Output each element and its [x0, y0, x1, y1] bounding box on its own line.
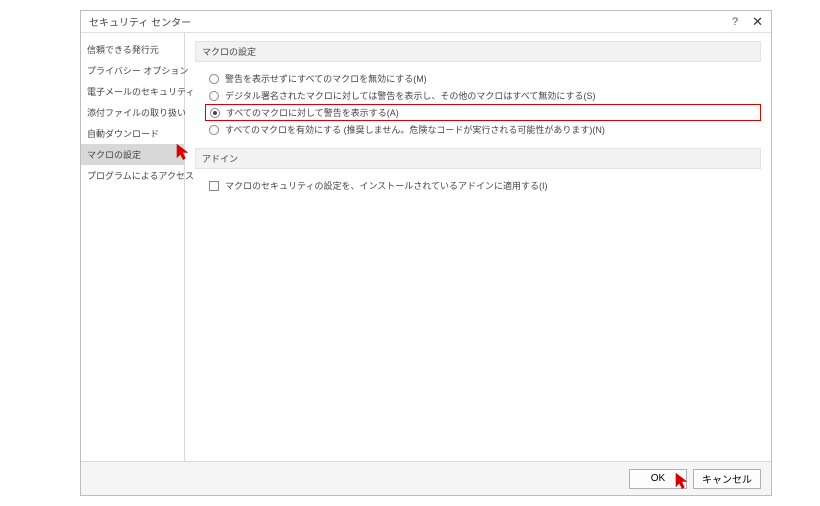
option-label: 警告を表示せずにすべてのマクロを無効にする(M)	[225, 72, 427, 85]
option-label: すべてのマクロを有効にする (推奨しません。危険なコードが実行される可能性があり…	[225, 123, 605, 136]
titlebar: セキュリティ センター ? ✕	[81, 11, 771, 33]
section-addin-header: アドイン	[195, 148, 761, 169]
sidebar: 信頼できる発行元 プライバシー オプション 電子メールのセキュリティ 添付ファイ…	[81, 33, 185, 461]
macro-option-warn-all[interactable]: すべてのマクロに対して警告を表示する(A)	[205, 104, 761, 121]
radio-icon	[209, 125, 219, 135]
sidebar-item-attachment-handling[interactable]: 添付ファイルの取り扱い	[81, 102, 184, 123]
radio-icon	[209, 91, 219, 101]
radio-icon	[210, 108, 220, 118]
addin-apply-macro-security[interactable]: マクロのセキュリティの設定を、インストールされているアドインに適用する(I)	[195, 177, 761, 194]
cancel-button[interactable]: キャンセル	[693, 469, 761, 489]
radio-icon	[209, 74, 219, 84]
ok-button[interactable]: OK	[629, 469, 687, 489]
content-pane: マクロの設定 警告を表示せずにすべてのマクロを無効にする(M) デジタル署名され…	[185, 33, 771, 461]
option-label: すべてのマクロに対して警告を表示する(A)	[226, 106, 399, 119]
section-macro-header: マクロの設定	[195, 41, 761, 62]
help-icon[interactable]: ?	[732, 16, 738, 28]
sidebar-item-privacy-options[interactable]: プライバシー オプション	[81, 60, 184, 81]
sidebar-item-auto-download[interactable]: 自動ダウンロード	[81, 123, 184, 144]
window-controls: ? ✕	[732, 14, 767, 30]
close-icon[interactable]: ✕	[748, 14, 767, 30]
dialog-title: セキュリティ センター	[89, 14, 191, 29]
dialog-body: 信頼できる発行元 プライバシー オプション 電子メールのセキュリティ 添付ファイ…	[81, 33, 771, 461]
sidebar-item-programmatic-access[interactable]: プログラムによるアクセス	[81, 165, 184, 186]
macro-option-enable-all[interactable]: すべてのマクロを有効にする (推奨しません。危険なコードが実行される可能性があり…	[195, 121, 761, 138]
dialog-footer: OK キャンセル	[81, 461, 771, 495]
macro-option-disable-no-warning[interactable]: 警告を表示せずにすべてのマクロを無効にする(M)	[195, 70, 761, 87]
macro-option-disable-signed-warn[interactable]: デジタル署名されたマクロに対しては警告を表示し、その他のマクロはすべて無効にする…	[195, 87, 761, 104]
sidebar-item-email-security[interactable]: 電子メールのセキュリティ	[81, 81, 184, 102]
sidebar-item-trusted-publishers[interactable]: 信頼できる発行元	[81, 39, 184, 60]
sidebar-item-macro-settings[interactable]: マクロの設定	[81, 144, 184, 165]
checkbox-label: マクロのセキュリティの設定を、インストールされているアドインに適用する(I)	[225, 179, 548, 192]
sidebar-item-label: マクロの設定	[87, 150, 141, 160]
option-label: デジタル署名されたマクロに対しては警告を表示し、その他のマクロはすべて無効にする…	[225, 89, 595, 102]
security-center-dialog: セキュリティ センター ? ✕ 信頼できる発行元 プライバシー オプション 電子…	[80, 10, 772, 496]
checkbox-icon	[209, 181, 219, 191]
